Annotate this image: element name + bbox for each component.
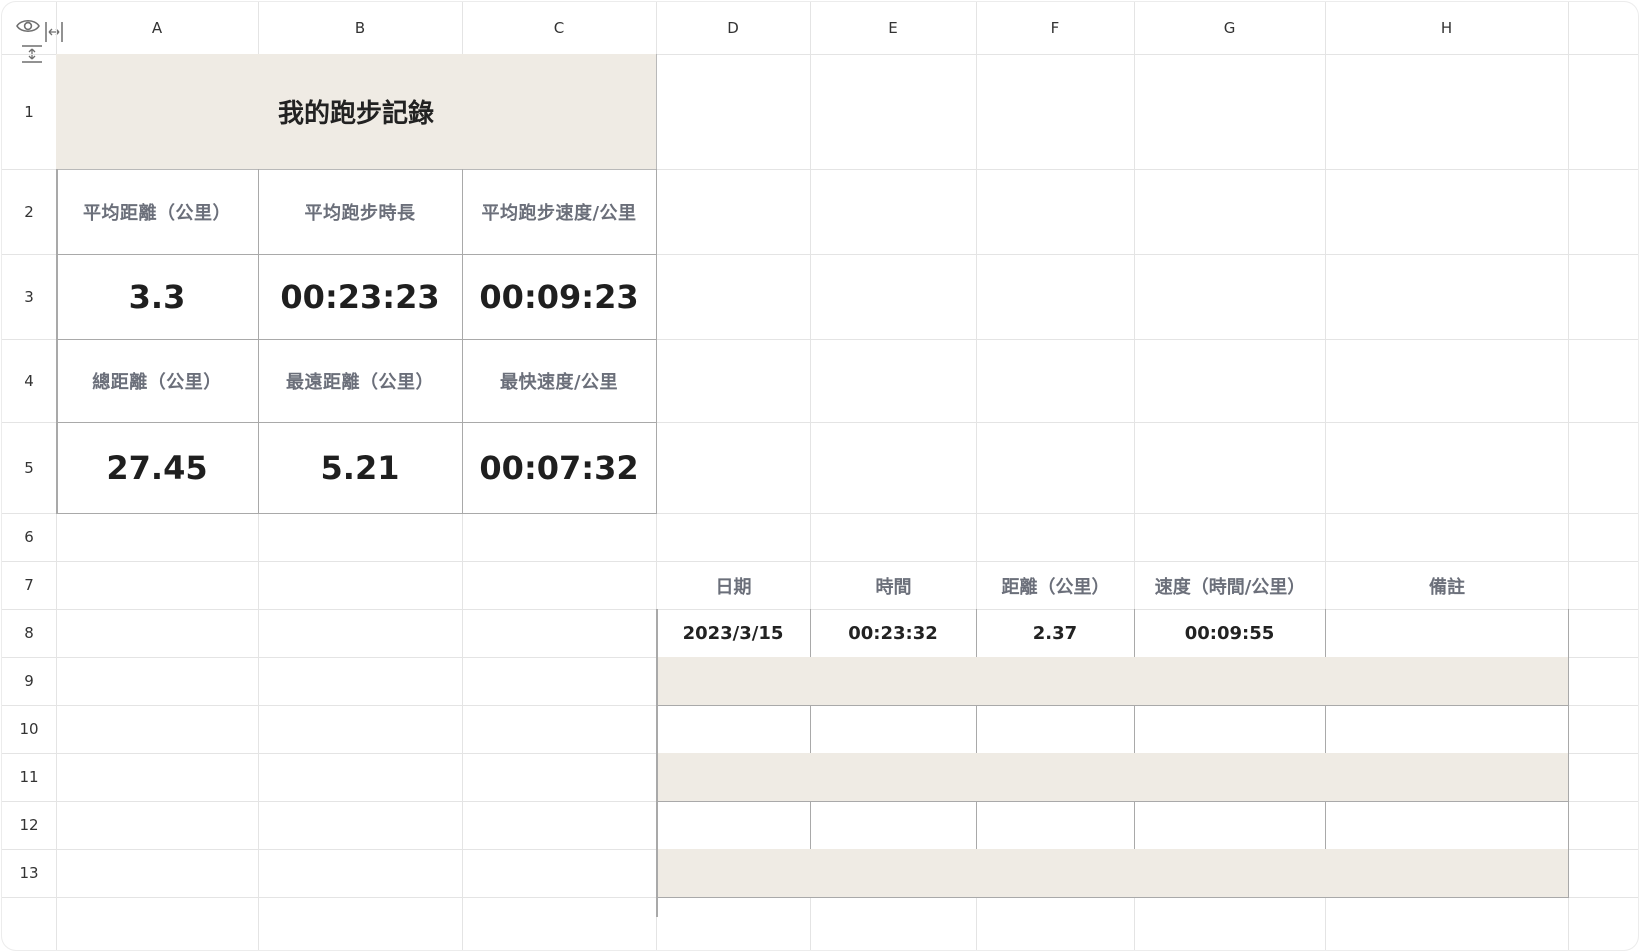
log-data-cell[interactable] xyxy=(976,657,1135,706)
row-header-10[interactable]: 10 xyxy=(2,705,56,753)
column-header-e[interactable]: E xyxy=(810,2,976,54)
row-header-11[interactable]: 11 xyxy=(2,753,56,801)
spreadsheet-window: A B C D E F G H 1 2 3 4 5 6 7 8 9 10 11 12 13 我的跑步記錄 平均距離（公里） 3… xyxy=(2,2,1638,950)
log-data-cell[interactable]: 2.37 xyxy=(976,609,1135,658)
log-data-cell[interactable] xyxy=(656,657,811,706)
summary-title[interactable]: 我的跑步記錄 xyxy=(56,54,657,170)
column-header-g[interactable]: G xyxy=(1134,2,1325,54)
log-data-cell[interactable] xyxy=(1134,849,1326,898)
log-header-cell[interactable]: 日期 xyxy=(656,561,811,610)
log-data-cell[interactable] xyxy=(1325,657,1569,706)
log-data-cell[interactable]: 00:09:55 xyxy=(1134,609,1326,658)
log-data-cell[interactable] xyxy=(1134,801,1326,850)
column-header-c[interactable]: C xyxy=(462,2,656,54)
summary-value[interactable]: 00:09:23 xyxy=(462,254,657,340)
log-data-cell[interactable] xyxy=(1325,801,1569,850)
log-data-cell[interactable] xyxy=(810,849,977,898)
log-data-cell[interactable] xyxy=(810,705,977,754)
summary-value[interactable]: 00:23:23 xyxy=(258,254,463,340)
log-data-cell[interactable] xyxy=(810,801,977,850)
row-header-2[interactable]: 2 xyxy=(2,169,56,254)
summary-left-border xyxy=(56,169,58,513)
column-header-b[interactable]: B xyxy=(258,2,462,54)
log-data-cell[interactable] xyxy=(976,849,1135,898)
summary-value[interactable]: 00:07:32 xyxy=(462,422,657,514)
log-data-cell[interactable] xyxy=(656,753,811,802)
column-header-d[interactable]: D xyxy=(656,2,810,54)
column-header-h[interactable]: H xyxy=(1325,2,1568,54)
column-header-a[interactable]: A xyxy=(56,2,258,54)
summary-label[interactable]: 平均跑步時長 xyxy=(258,169,463,255)
log-data-cell[interactable] xyxy=(810,753,977,802)
summary-value[interactable]: 3.3 xyxy=(56,254,259,340)
row-header-1[interactable]: 1 xyxy=(2,54,56,169)
row-header-13[interactable]: 13 xyxy=(2,849,56,897)
log-data-cell[interactable] xyxy=(976,801,1135,850)
log-data-cell[interactable] xyxy=(656,801,811,850)
log-data-cell[interactable] xyxy=(976,753,1135,802)
summary-label[interactable]: 平均距離（公里） xyxy=(56,169,259,255)
log-data-cell[interactable] xyxy=(1134,705,1326,754)
column-header-f[interactable]: F xyxy=(976,2,1134,54)
log-data-cell[interactable] xyxy=(1325,705,1569,754)
log-header-cell[interactable]: 備註 xyxy=(1325,561,1569,610)
summary-label[interactable]: 最遠距離（公里） xyxy=(258,339,463,423)
row-header-8[interactable]: 8 xyxy=(2,609,56,657)
log-data-cell[interactable] xyxy=(810,657,977,706)
log-data-cell[interactable] xyxy=(1325,609,1569,658)
row-header-12[interactable]: 12 xyxy=(2,801,56,849)
summary-label[interactable]: 最快速度/公里 xyxy=(462,339,657,423)
log-data-cell[interactable]: 00:23:32 xyxy=(810,609,977,658)
log-table-left-border xyxy=(656,609,658,917)
summary-value[interactable]: 5.21 xyxy=(258,422,463,514)
log-data-cell[interactable] xyxy=(656,705,811,754)
log-data-cell[interactable] xyxy=(1325,753,1569,802)
log-header-cell[interactable]: 時間 xyxy=(810,561,977,610)
eye-icon[interactable] xyxy=(16,18,40,38)
log-header-cell[interactable]: 距離（公里） xyxy=(976,561,1135,610)
log-data-cell[interactable] xyxy=(1134,753,1326,802)
row-header-9[interactable]: 9 xyxy=(2,657,56,705)
log-header-cell[interactable]: 速度（時間/公里） xyxy=(1134,561,1326,610)
summary-value[interactable]: 27.45 xyxy=(56,422,259,514)
log-data-cell[interactable] xyxy=(1325,849,1569,898)
summary-label[interactable]: 總距離（公里） xyxy=(56,339,259,423)
log-data-cell[interactable] xyxy=(976,705,1135,754)
row-header-7[interactable]: 7 xyxy=(2,561,56,609)
log-data-cell[interactable] xyxy=(1134,657,1326,706)
row-header-3[interactable]: 3 xyxy=(2,254,56,339)
log-data-cell[interactable] xyxy=(656,849,811,898)
log-data-cell[interactable]: 2023/3/15 xyxy=(656,609,811,658)
summary-label[interactable]: 平均跑步速度/公里 xyxy=(462,169,657,255)
row-header-4[interactable]: 4 xyxy=(2,339,56,422)
row-header-6[interactable]: 6 xyxy=(2,513,56,561)
row-header-5[interactable]: 5 xyxy=(2,422,56,513)
